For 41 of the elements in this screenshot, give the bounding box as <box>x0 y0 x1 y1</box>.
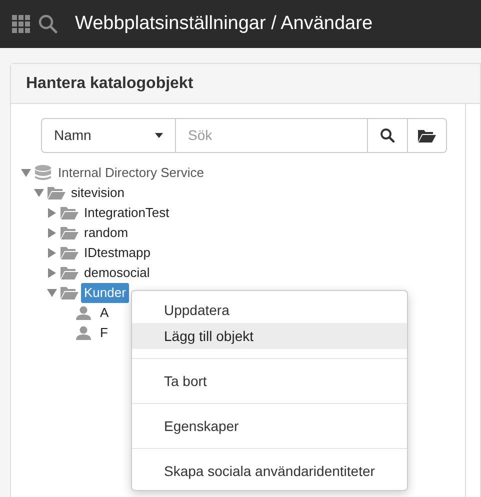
page-title: Webbplatsinställningar / Användare <box>75 12 373 36</box>
collapsed-arrow-icon[interactable] <box>47 208 57 218</box>
folder-icon <box>418 128 436 142</box>
user-icon <box>76 306 91 320</box>
menu-item[interactable]: Lägg till objekt <box>132 323 407 349</box>
menu-item[interactable]: Uppdatera <box>132 297 407 323</box>
tree-item[interactable]: random <box>84 223 128 243</box>
panel-title: Hantera katalogobjekt <box>26 74 194 94</box>
folder-icon <box>60 226 79 240</box>
menu-item[interactable]: Skapa sociala användaridentiteter <box>132 458 407 484</box>
tree-item[interactable]: IntegrationTest <box>84 203 170 223</box>
menu-item[interactable]: Ta bort <box>132 368 407 394</box>
apps-grid-icon[interactable] <box>12 15 30 33</box>
collapsed-arrow-icon[interactable] <box>47 248 57 258</box>
expanded-arrow-icon[interactable] <box>47 288 57 298</box>
folder-icon <box>60 246 79 260</box>
tree-item[interactable]: Internal Directory Service <box>58 163 204 183</box>
user-icon <box>76 326 91 340</box>
search-field[interactable]: Sök <box>176 118 368 153</box>
folder-icon <box>60 266 79 280</box>
tree-item[interactable]: F <box>100 323 108 343</box>
tree-item[interactable]: sitevision <box>71 183 124 203</box>
search-icon <box>380 128 395 143</box>
caret-icon <box>155 133 163 138</box>
browse-button[interactable] <box>408 118 447 153</box>
tree-item[interactable]: Kunder <box>81 283 129 303</box>
search-type-dropdown[interactable]: Namn <box>41 118 176 153</box>
tree-item[interactable]: IDtestmapp <box>84 243 150 263</box>
folder-icon <box>60 206 79 220</box>
tree-item[interactable]: demosocial <box>84 263 150 283</box>
tree-item[interactable]: A <box>100 303 109 323</box>
database-icon <box>34 165 52 181</box>
collapsed-arrow-icon[interactable] <box>47 268 57 278</box>
menu-item[interactable]: Egenskaper <box>132 413 407 439</box>
expanded-arrow-icon[interactable] <box>21 168 31 178</box>
expanded-arrow-icon[interactable] <box>34 188 44 198</box>
collapsed-arrow-icon[interactable] <box>47 228 57 238</box>
folder-icon <box>60 286 79 300</box>
folder-icon <box>47 186 66 200</box>
search-icon[interactable] <box>38 14 58 34</box>
search-button[interactable] <box>368 118 408 153</box>
